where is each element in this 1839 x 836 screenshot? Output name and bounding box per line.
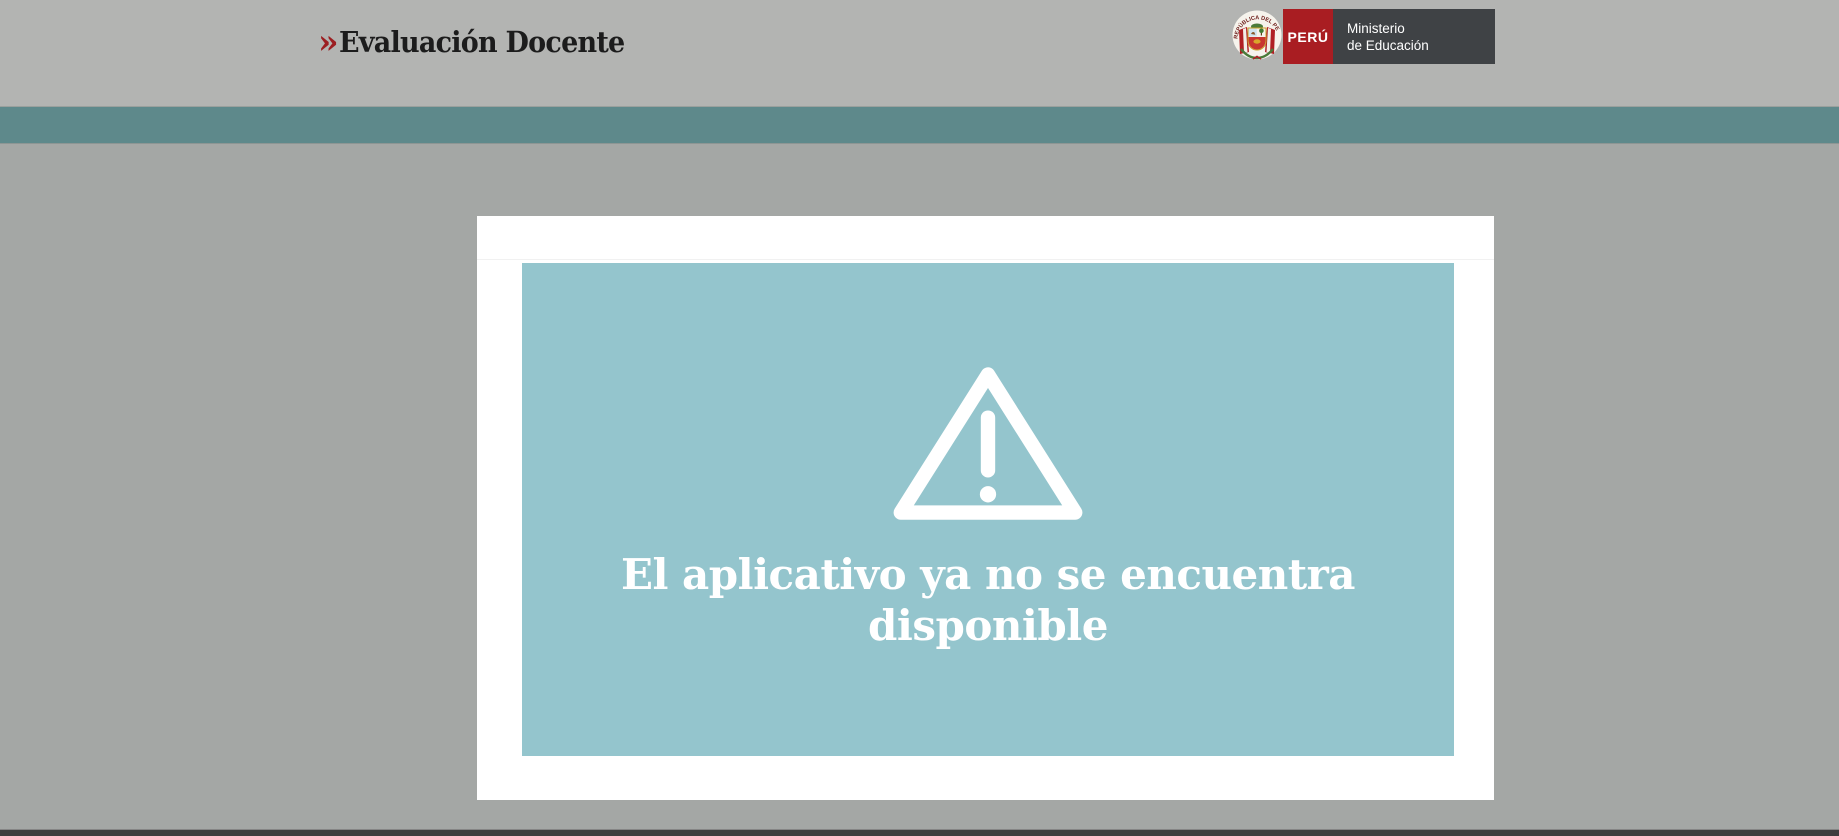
peru-label: PERÚ: [1288, 29, 1329, 45]
brand-logo[interactable]: »Evaluación Docente: [318, 26, 646, 58]
main-content: El aplicativo ya no se encuentra disponi…: [0, 145, 1839, 830]
brand-title: Evaluación Docente: [339, 26, 624, 58]
message-line1: El aplicativo ya no se encuentra: [522, 549, 1454, 600]
footer-bar: [0, 829, 1839, 836]
page: »Evaluación Docente REPÚBLICA DEL PERÚ: [0, 0, 1839, 836]
nav-bar: [0, 106, 1839, 144]
brand-chevrons-icon: »: [318, 26, 339, 58]
ministry-block: Ministerio de Educación: [1333, 9, 1495, 64]
unavailable-panel: El aplicativo ya no se encuentra disponi…: [522, 263, 1454, 756]
gov-logo: REPÚBLICA DEL PERÚ: [1231, 9, 1495, 64]
peru-coat-of-arms-icon: REPÚBLICA DEL PERÚ: [1231, 9, 1283, 64]
warning-triangle-icon: [892, 363, 1084, 524]
message-line2: disponible: [522, 600, 1454, 651]
card-heading: [477, 216, 1494, 260]
ministry-line1: Ministerio: [1347, 20, 1495, 37]
site-header: »Evaluación Docente REPÚBLICA DEL PERÚ: [0, 0, 1839, 106]
ministry-line2: de Educación: [1347, 37, 1495, 54]
unavailable-message: El aplicativo ya no se encuentra disponi…: [522, 549, 1454, 651]
notice-card: El aplicativo ya no se encuentra disponi…: [477, 216, 1494, 800]
peru-label-block: PERÚ: [1283, 9, 1333, 64]
